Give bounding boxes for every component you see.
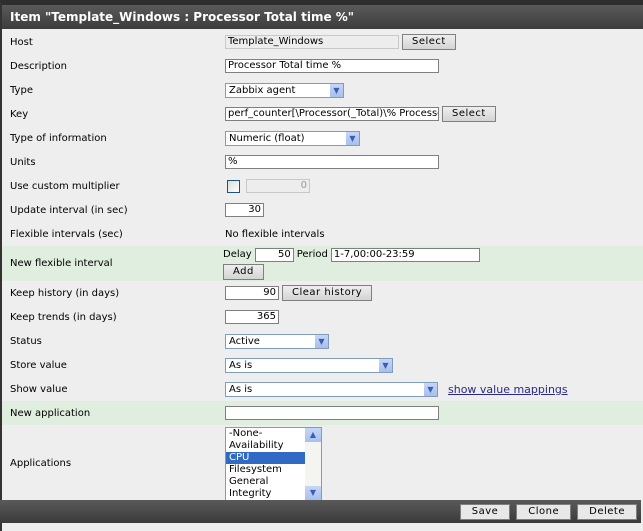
application-option[interactable]: General (226, 476, 305, 488)
application-option[interactable]: CPU (226, 451, 305, 464)
update-label: Update interval (in sec) (10, 204, 128, 216)
store-select[interactable]: As is ▼ (225, 357, 393, 373)
units-label: Units (10, 156, 36, 168)
chevron-down-icon: ▼ (330, 83, 343, 97)
applications-list[interactable]: -None- Availability CPU Filesystem General In… (225, 426, 322, 501)
history-field[interactable]: 90 (225, 286, 279, 300)
type-value: Zabbix agent (229, 84, 296, 96)
type-select[interactable]: Zabbix agent ▼ (225, 82, 344, 98)
application-option[interactable]: Integrity (226, 488, 305, 500)
delay-label: Delay (223, 249, 252, 260)
description-field[interactable]: Processor Total time % (225, 59, 439, 73)
show-select[interactable]: As is ▼ (225, 381, 438, 397)
type-info-select[interactable]: Numeric (float) ▼ (225, 130, 360, 146)
period-label: Period (296, 249, 328, 260)
apps-label: Applications (10, 458, 72, 469)
status-value: Active (229, 335, 260, 347)
trends-field[interactable]: 365 (225, 310, 279, 324)
host-field[interactable]: Template_Windows (225, 35, 399, 49)
units-field[interactable]: % (225, 155, 439, 169)
show-label: Show value (10, 383, 68, 395)
description-label: Description (10, 60, 67, 72)
new-flex-label: New flexible interval (10, 258, 113, 269)
multiplier-checkbox[interactable] (227, 179, 240, 193)
store-label: Store value (10, 359, 67, 371)
type-info-label: Type of information (10, 132, 107, 144)
application-option[interactable]: Availability (226, 440, 305, 452)
delay-field[interactable]: 50 (254, 247, 294, 262)
delete-button[interactable]: Delete (577, 503, 637, 520)
host-select-button[interactable]: Select (402, 34, 456, 50)
clear-history-button[interactable]: Clear history (282, 285, 373, 301)
host-label: Host (10, 36, 33, 48)
key-field[interactable]: perf_counter[\Processor(_Total)\% Proces… (225, 107, 439, 121)
multiplier-field[interactable]: 0 (246, 179, 310, 193)
save-button[interactable]: Save (459, 503, 511, 520)
add-button[interactable]: Add (223, 263, 264, 280)
scroll-up-icon[interactable]: ▲ (305, 427, 321, 442)
new-app-field[interactable] (225, 406, 439, 420)
history-label: Keep history (in days) (10, 287, 120, 299)
type-label: Type (10, 84, 33, 96)
type-info-value: Numeric (float) (229, 132, 305, 144)
trends-label: Keep trends (in days) (10, 311, 117, 323)
status-select[interactable]: Active ▼ (225, 333, 329, 349)
key-select-button[interactable]: Select (442, 106, 496, 122)
show-value-mappings-link[interactable]: show value mappings (448, 383, 568, 396)
scroll-down-icon[interactable]: ▼ (305, 485, 321, 500)
flex-label: Flexible intervals (sec) (10, 228, 123, 240)
clone-button[interactable]: Clone (516, 503, 572, 520)
key-label: Key (10, 108, 29, 120)
chevron-down-icon: ▼ (424, 382, 437, 396)
footer-bar: Save Clone Delete (0, 500, 641, 523)
store-value: As is (229, 359, 253, 371)
flex-value: No flexible intervals (225, 228, 325, 240)
status-label: Status (10, 335, 42, 347)
application-option[interactable]: -None- (226, 428, 305, 440)
chevron-down-icon: ▼ (315, 334, 328, 348)
scrollbar[interactable]: ▲ ▼ (305, 427, 321, 500)
new-app-label: New application (10, 407, 91, 419)
update-field[interactable]: 30 (225, 203, 264, 217)
item-form: Item "Template_Windows : Processor Total… (0, 0, 643, 531)
show-value: As is (229, 383, 253, 395)
form-title: Item "Template_Windows : Processor Total… (2, 5, 643, 29)
chevron-down-icon: ▼ (346, 131, 359, 145)
application-option[interactable]: Filesystem (226, 464, 305, 476)
multiplier-label: Use custom multiplier (10, 180, 120, 192)
chevron-down-icon: ▼ (379, 358, 392, 372)
period-field[interactable]: 1-7,00:00-23:59 (330, 247, 480, 262)
